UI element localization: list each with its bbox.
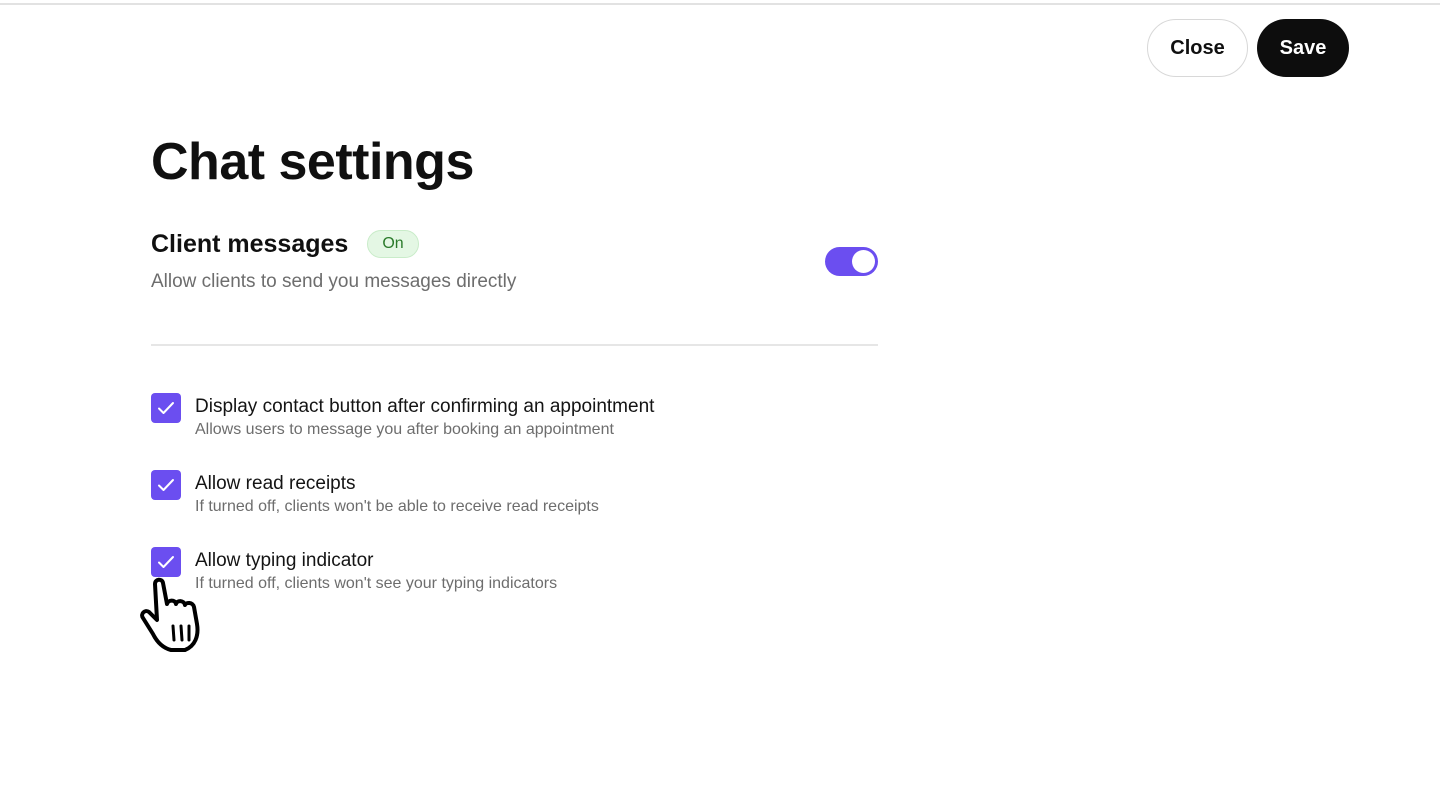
close-button[interactable]: Close (1147, 19, 1248, 77)
check-icon (158, 479, 174, 491)
header-actions: Close Save (1147, 19, 1349, 77)
typing-indicator-checkbox[interactable] (151, 547, 181, 577)
option-read-receipts: Allow read receipts If turned off, clien… (151, 470, 878, 547)
option-typing-indicator: Allow typing indicator If turned off, cl… (151, 547, 878, 624)
top-border (0, 3, 1440, 5)
client-messages-toggle[interactable] (825, 247, 878, 276)
option-description: If turned off, clients won't be able to … (195, 498, 599, 515)
options-list: Display contact button after confirming … (151, 393, 878, 624)
option-description: If turned off, clients won't see your ty… (195, 575, 558, 592)
toggle-knob (852, 250, 875, 273)
read-receipts-checkbox[interactable] (151, 470, 181, 500)
check-icon (158, 402, 174, 414)
save-button[interactable]: Save (1257, 19, 1349, 77)
option-display-contact-button: Display contact button after confirming … (151, 393, 878, 470)
page-title: Chat settings (151, 133, 474, 191)
check-icon (158, 556, 174, 568)
client-messages-title: Client messages (151, 230, 349, 258)
client-messages-header: Client messages On (151, 228, 878, 260)
option-label: Display contact button after confirming … (195, 396, 655, 417)
option-description: Allows users to message you after bookin… (195, 421, 614, 438)
client-messages-section: Client messages On Allow clients to send… (151, 228, 878, 293)
option-label: Allow typing indicator (195, 550, 374, 571)
display-contact-button-checkbox[interactable] (151, 393, 181, 423)
hand-pointer-icon (140, 577, 200, 652)
option-label: Allow read receipts (195, 473, 356, 494)
status-badge: On (367, 230, 419, 258)
client-messages-description: Allow clients to send you messages direc… (151, 271, 517, 292)
section-divider (151, 344, 878, 346)
